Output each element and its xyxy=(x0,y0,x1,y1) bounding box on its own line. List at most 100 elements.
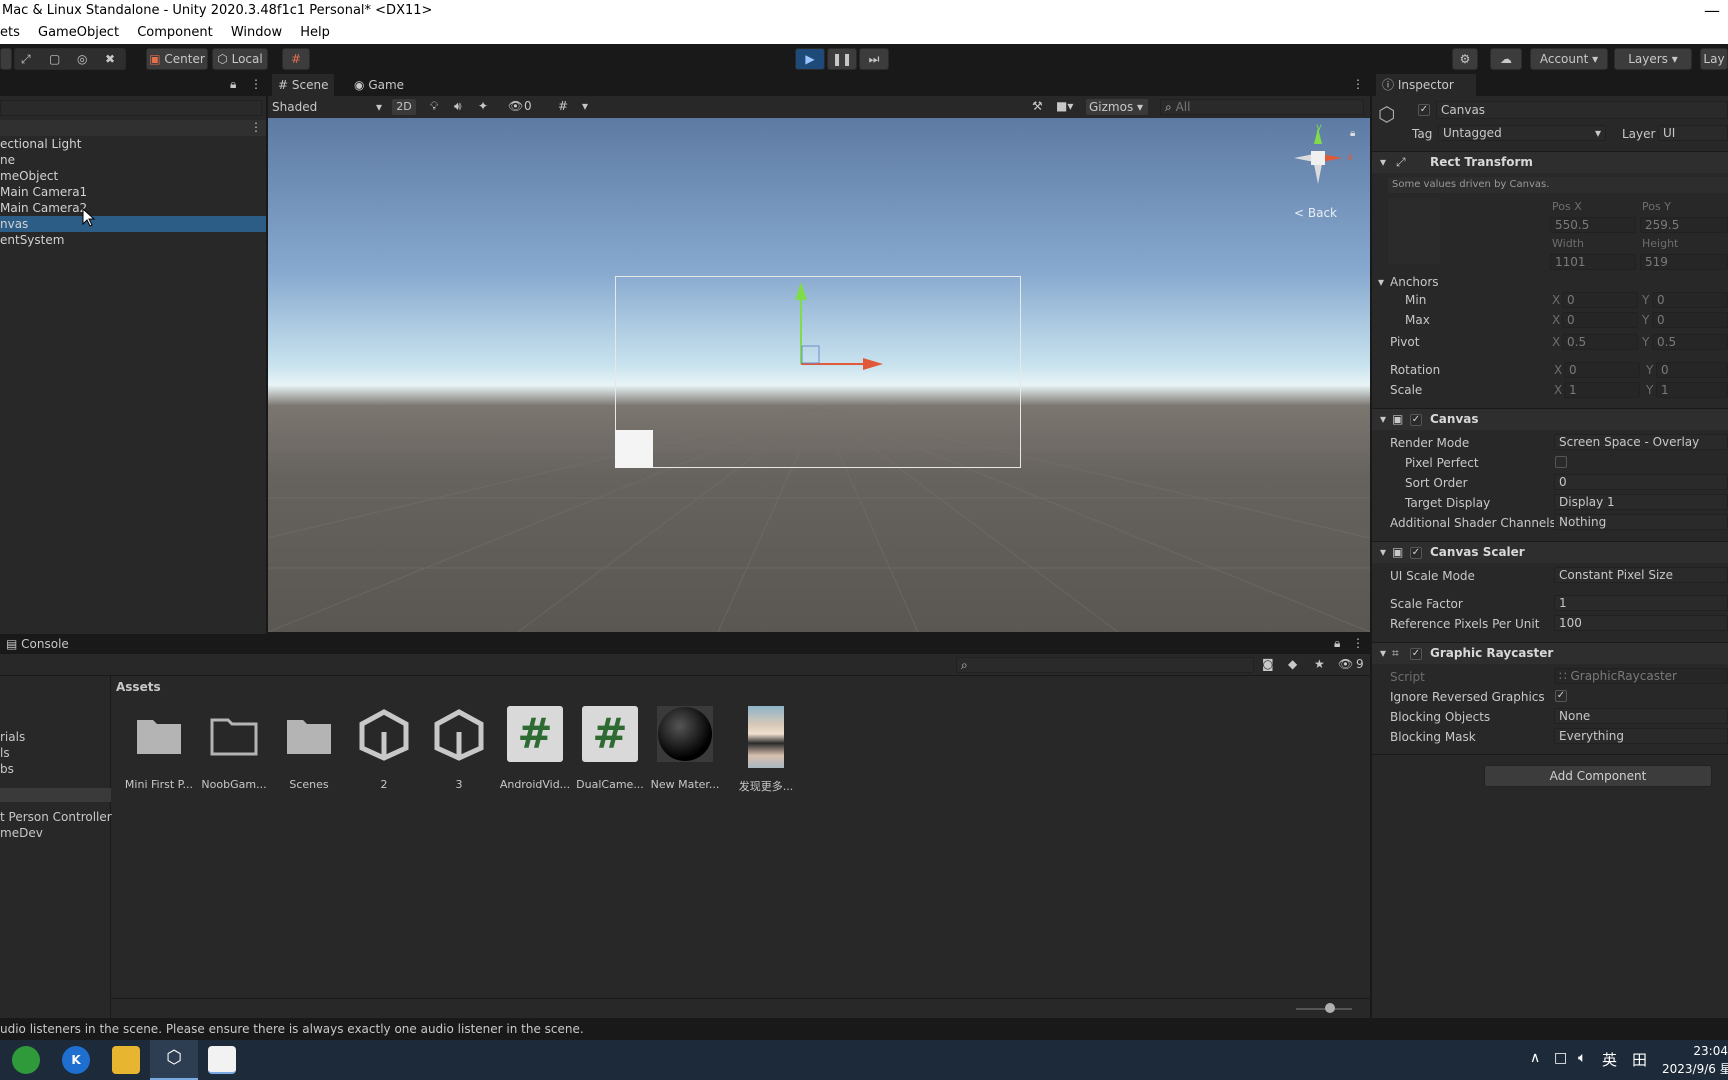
minimize-button[interactable]: — xyxy=(1704,0,1720,22)
label-tag-icon[interactable]: ◆ xyxy=(1288,657,1297,671)
more-options-icon[interactable]: ⋮ xyxy=(1352,636,1364,650)
more-options-icon[interactable]: ⋮ xyxy=(1352,77,1364,91)
lock-icon[interactable]: 🔒︎ xyxy=(230,77,236,92)
audio-icon[interactable]: 🔊︎ xyxy=(454,99,462,114)
layout-dropdown[interactable]: Lay xyxy=(1700,48,1728,70)
lighting-icon[interactable]: 💡︎ xyxy=(430,99,438,114)
rotate-tool-icon[interactable]: ◎ xyxy=(77,49,87,69)
pivot-local-button[interactable]: ⬡ Local xyxy=(212,48,268,70)
gizmos-dropdown[interactable]: Gizmos ▾ xyxy=(1086,99,1148,115)
scene-search-input[interactable]: ⌕ All xyxy=(1160,99,1364,115)
object-name-field[interactable]: Canvas xyxy=(1436,101,1728,119)
asset-folder[interactable]: Scenes xyxy=(271,706,347,791)
project-search-input[interactable]: ⌕ xyxy=(956,657,1254,673)
asset-folder[interactable]: NoobGam... xyxy=(196,706,272,791)
folder-item-selected[interactable] xyxy=(0,788,111,802)
clock[interactable]: 23:04 2023/9/6 星 xyxy=(1662,1042,1728,1078)
gizmo-x-arrow-icon[interactable] xyxy=(863,358,883,370)
ime-language-indicator[interactable]: 英 xyxy=(1602,1049,1617,1070)
asset-unity-scene[interactable]: 2 xyxy=(346,706,422,791)
canvas-scaler-enabled-checkbox[interactable]: ✓ xyxy=(1410,547,1422,559)
browser-app-icon[interactable] xyxy=(12,1046,40,1074)
account-dropdown[interactable]: Account ▾ xyxy=(1530,48,1608,70)
ui-image-element[interactable] xyxy=(615,430,653,468)
hierarchy-search-input[interactable] xyxy=(0,100,262,116)
shader-channels-dropdown[interactable]: Nothing xyxy=(1554,514,1728,530)
unity-taskbar-active[interactable]: ⬡ xyxy=(150,1040,198,1080)
toggle-2d-button[interactable]: 2D xyxy=(392,99,416,115)
layers-dropdown[interactable]: Layers ▾ xyxy=(1614,48,1692,70)
ui-scale-mode-dropdown[interactable]: Constant Pixel Size xyxy=(1554,567,1728,583)
tab-inspector[interactable]: ⓘ Inspector xyxy=(1376,74,1476,96)
ignore-reversed-checkbox[interactable]: ✓ xyxy=(1555,690,1567,702)
asset-image[interactable]: 发现更多... xyxy=(728,706,804,794)
blocking-mask-dropdown[interactable]: Everything xyxy=(1554,728,1728,744)
file-explorer-icon[interactable] xyxy=(112,1046,140,1074)
folder-item[interactable]: ls xyxy=(0,746,10,760)
tab-console[interactable]: ▤ Console xyxy=(0,634,75,654)
folder-item[interactable]: meDev xyxy=(0,826,43,840)
ime-mode-indicator[interactable]: 田 xyxy=(1632,1049,1647,1070)
menu-gameobject[interactable]: GameObject xyxy=(38,22,119,44)
layer-dropdown[interactable]: UI xyxy=(1658,125,1728,141)
effects-icon[interactable]: ✦ xyxy=(478,99,488,113)
breadcrumb[interactable]: Assets xyxy=(114,676,163,698)
status-bar[interactable]: udio listeners in the scene. Please ensu… xyxy=(0,1018,1728,1040)
hierarchy-item-selected[interactable]: nvas xyxy=(0,216,266,232)
scale-factor-field[interactable]: 1 xyxy=(1554,595,1728,611)
grid-snap-button[interactable]: # xyxy=(282,48,310,70)
tab-scene[interactable]: # Scene xyxy=(272,74,335,96)
asset-csharp-script[interactable]: # AndroidVid... xyxy=(497,706,573,791)
volume-icon[interactable]: 🔈︎ xyxy=(1578,1050,1586,1066)
shading-mode-dropdown[interactable]: Shaded ▾ xyxy=(270,99,386,115)
tools-icon[interactable]: ⚒ xyxy=(1032,99,1043,113)
custom-tool-icon[interactable]: ✖ xyxy=(105,49,115,69)
gizmo-y-arrow-icon[interactable] xyxy=(795,282,807,300)
chevron-down-icon[interactable]: ▾ xyxy=(582,99,588,113)
hierarchy-item[interactable]: entSystem xyxy=(0,232,266,248)
more-options-icon[interactable]: ⋮ xyxy=(250,120,262,134)
asset-material[interactable]: New Mater... xyxy=(647,706,723,791)
active-checkbox[interactable]: ✓ xyxy=(1418,104,1430,116)
hierarchy-item[interactable]: ne xyxy=(0,152,266,168)
add-component-button[interactable]: Add Component xyxy=(1484,765,1712,787)
rect-transform-header[interactable]: ▾ ⤢ Rect Transform xyxy=(1372,151,1728,173)
tab-game[interactable]: ◉ Game xyxy=(348,74,410,96)
asset-folder[interactable]: Mini First P... xyxy=(121,706,197,791)
asset-unity-scene[interactable]: 3 xyxy=(421,706,497,791)
menu-window[interactable]: Window xyxy=(231,22,282,44)
canvas-enabled-checkbox[interactable]: ✓ xyxy=(1410,414,1422,426)
step-button[interactable]: ⏭ xyxy=(859,48,889,70)
gizmo-plane-handle[interactable] xyxy=(801,345,820,364)
menu-assets[interactable]: ets xyxy=(0,22,20,44)
scene-viewport[interactable]: y x 🔒︎ < Back xyxy=(268,118,1370,632)
more-options-icon[interactable]: ⋮ xyxy=(250,77,262,91)
canvas-component-header[interactable]: ▾ ▣ ✓ Canvas xyxy=(1372,408,1728,430)
pivot-center-button[interactable]: ▣ Center xyxy=(146,48,208,70)
blocking-objects-dropdown[interactable]: None xyxy=(1554,708,1728,724)
play-button[interactable]: ▶ xyxy=(795,48,825,70)
hidden-packages-icon[interactable]: 👁︎ xyxy=(1338,657,1353,671)
gizmo-lock-icon[interactable]: 🔒︎ xyxy=(1350,128,1355,139)
hierarchy-item[interactable]: Main Camera2 xyxy=(0,200,266,216)
move-tool-icon[interactable]: ⤢ xyxy=(21,49,31,69)
back-view-label[interactable]: < Back xyxy=(1294,206,1337,220)
filter-type-icon[interactable]: ◙ xyxy=(1262,657,1274,671)
render-mode-dropdown[interactable]: Screen Space - Overlay xyxy=(1554,434,1728,450)
hierarchy-item[interactable]: meObject xyxy=(0,168,266,184)
network-icon[interactable]: □ xyxy=(1554,1050,1567,1066)
asset-csharp-script[interactable]: # DualCame... xyxy=(572,706,648,791)
anchor-presets-button[interactable] xyxy=(1388,198,1440,264)
folder-item[interactable]: rials xyxy=(0,730,25,744)
favorite-star-icon[interactable]: ★ xyxy=(1314,657,1325,671)
camera-icon[interactable]: ■▾ xyxy=(1056,99,1073,113)
orientation-gizmo[interactable] xyxy=(1278,126,1358,196)
collab-button[interactable]: ☁ xyxy=(1490,48,1522,70)
canvas-scaler-header[interactable]: ▾ ▣ ✓ Canvas Scaler xyxy=(1372,541,1728,563)
sort-order-field[interactable]: 0 xyxy=(1554,474,1728,490)
folder-item[interactable]: t Person Controller xyxy=(0,810,112,824)
ref-ppu-field[interactable]: 100 xyxy=(1554,615,1728,631)
pause-button[interactable]: ❚❚ xyxy=(827,48,857,70)
menu-help[interactable]: Help xyxy=(300,22,330,44)
hierarchy-item[interactable]: ectional Light xyxy=(0,136,266,152)
